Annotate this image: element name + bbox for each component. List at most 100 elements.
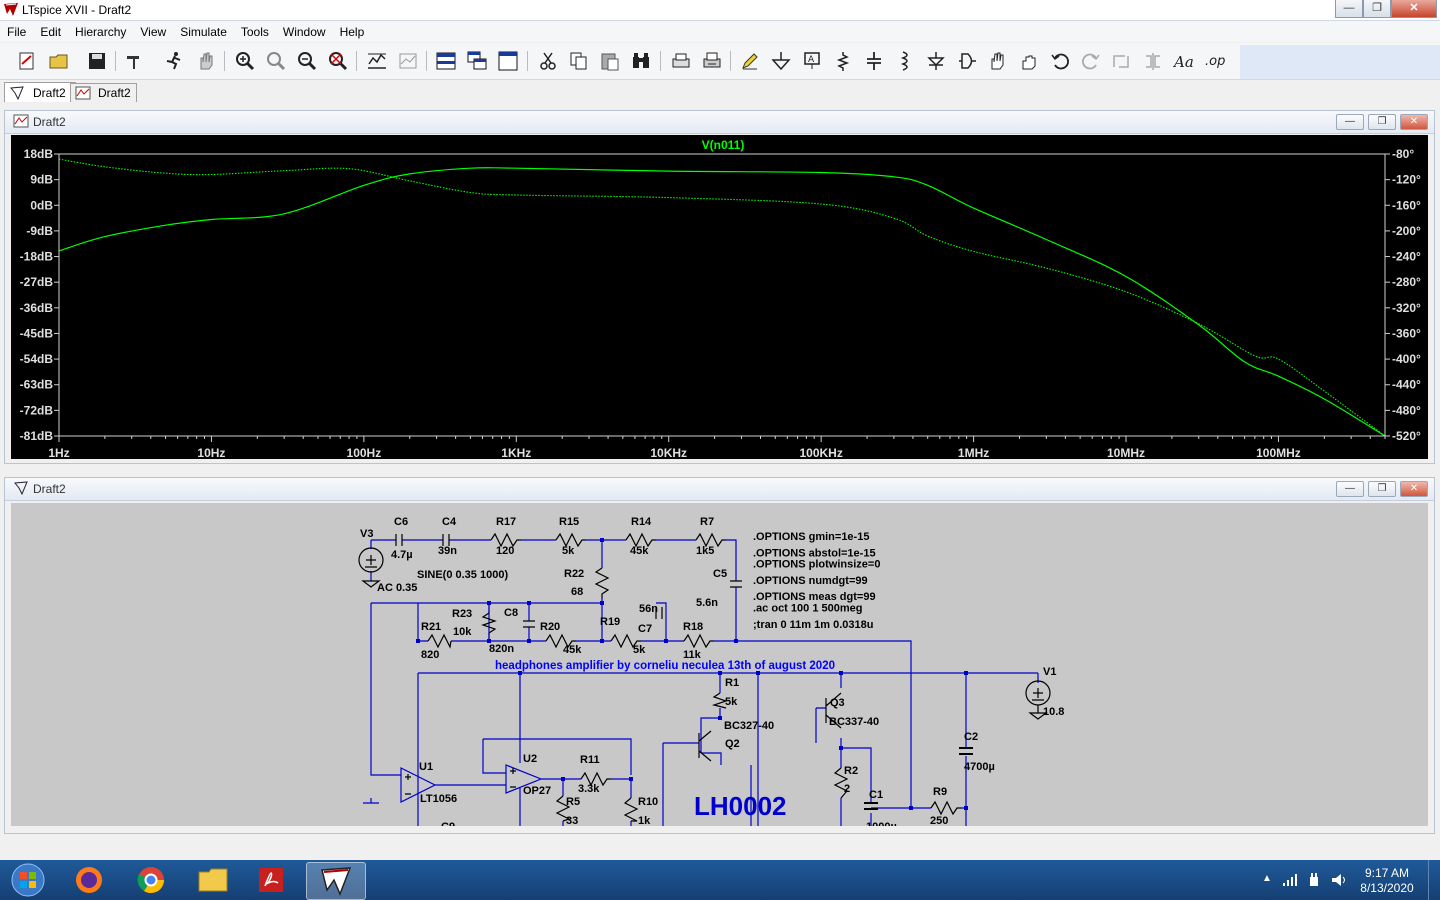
schematic-big-label[interactable]: LH0002 bbox=[694, 791, 787, 821]
component-label[interactable]: BC327-40 bbox=[724, 720, 774, 732]
show-desktop-button[interactable] bbox=[1428, 860, 1440, 900]
halt-hand-icon[interactable] bbox=[193, 47, 219, 75]
component-label[interactable]: R2 bbox=[844, 765, 858, 777]
spice-directive[interactable]: .OPTIONS numdgt=99 bbox=[753, 575, 868, 587]
tile-vertical-icon[interactable] bbox=[495, 47, 521, 75]
save-icon[interactable] bbox=[84, 47, 110, 75]
schematic-maximize-button[interactable]: ❐ bbox=[1368, 481, 1396, 497]
component-label[interactable]: R18 bbox=[683, 621, 703, 633]
component-label[interactable]: 45k bbox=[563, 644, 582, 656]
cut-scissors-icon[interactable] bbox=[535, 47, 561, 75]
zoom-out-icon[interactable] bbox=[294, 47, 320, 75]
copy-icon[interactable] bbox=[566, 47, 592, 75]
component-label[interactable]: V1 bbox=[1043, 666, 1056, 678]
spice-directive[interactable]: .OPTIONS plotwinsize=0 bbox=[753, 559, 880, 571]
tile-horizontal-icon[interactable] bbox=[433, 47, 459, 75]
resistor-r9[interactable] bbox=[930, 800, 961, 816]
component-label[interactable]: R9 bbox=[933, 786, 947, 798]
component-label[interactable]: C9 bbox=[441, 821, 455, 826]
schematic-canvas[interactable]: V3 C6 4.7µ C4 39n R17 120 R15 5k R14 45k R7 1k5 SINE(… bbox=[11, 503, 1428, 826]
component-label[interactable]: 5k bbox=[725, 696, 738, 708]
component-label[interactable]: BC337-40 bbox=[829, 716, 879, 728]
component-label[interactable]: R5 bbox=[566, 796, 580, 808]
diode-icon[interactable] bbox=[923, 47, 949, 75]
component-label[interactable]: 2 bbox=[844, 783, 850, 795]
spice-directive-icon[interactable]: .op bbox=[1202, 47, 1228, 75]
tab-schematic[interactable]: Draft2 bbox=[4, 82, 76, 102]
component-label[interactable]: R21 bbox=[421, 621, 441, 633]
inductor-icon[interactable] bbox=[892, 47, 918, 75]
schematic-minimize-button[interactable]: — bbox=[1336, 481, 1364, 497]
spice-directive[interactable]: .ac oct 100 1 500meg bbox=[753, 603, 862, 615]
show-hidden-icons-icon[interactable]: ▲ bbox=[1262, 873, 1272, 884]
component-label[interactable]: R11 bbox=[580, 754, 600, 766]
new-schematic-icon[interactable] bbox=[14, 47, 40, 75]
draw-wire-pencil-icon[interactable] bbox=[737, 47, 763, 75]
resistor-r18[interactable] bbox=[683, 633, 714, 649]
component-label[interactable]: C8 bbox=[504, 607, 518, 619]
component-label[interactable]: OP27 bbox=[523, 785, 551, 797]
component-label[interactable]: 1k5 bbox=[696, 545, 714, 557]
component-label[interactable]: R17 bbox=[496, 516, 516, 528]
menu-window[interactable]: Window bbox=[276, 25, 333, 39]
print-icon[interactable] bbox=[699, 47, 725, 75]
minimize-button[interactable]: — bbox=[1335, 0, 1363, 18]
print-setup-icon[interactable] bbox=[668, 47, 694, 75]
component-label[interactable]: 120 bbox=[496, 545, 514, 557]
component-label[interactable]: R19 bbox=[600, 616, 620, 628]
component-label[interactable]: 250 bbox=[930, 815, 948, 826]
taskbar-firefox[interactable] bbox=[60, 862, 118, 898]
resistor-r10[interactable] bbox=[623, 797, 639, 822]
component-label[interactable]: 820 bbox=[421, 649, 439, 661]
component-label[interactable]: U2 bbox=[523, 753, 537, 765]
capacitor-c6[interactable] bbox=[395, 534, 403, 546]
component-label[interactable]: U1 bbox=[419, 761, 433, 773]
zoom-fit-icon[interactable] bbox=[325, 47, 351, 75]
taskbar-clock[interactable]: 9:17 AM 8/13/2020 bbox=[1352, 866, 1422, 896]
component-label[interactable]: 5k bbox=[633, 644, 646, 656]
taskbar-ltspice[interactable] bbox=[306, 862, 366, 900]
spice-directive[interactable]: .OPTIONS gmin=1e-15 bbox=[753, 531, 869, 543]
component-label[interactable]: C4 bbox=[442, 516, 457, 528]
component-label[interactable]: 56n bbox=[639, 603, 658, 615]
component-label[interactable]: R23 bbox=[452, 608, 472, 620]
component-label[interactable]: Q3 bbox=[830, 697, 845, 709]
taskbar-chrome[interactable] bbox=[122, 862, 180, 898]
component-label[interactable]: C5 bbox=[713, 568, 727, 580]
waveform-close-button[interactable]: ✕ bbox=[1400, 114, 1428, 130]
component-label[interactable]: 10k bbox=[453, 626, 472, 638]
open-folder-icon[interactable] bbox=[46, 47, 72, 75]
run-simulation-icon[interactable] bbox=[161, 47, 187, 75]
text-icon[interactable]: Aa bbox=[1171, 47, 1197, 75]
component-label[interactable]: R22 bbox=[564, 568, 584, 580]
component-label[interactable]: 5.6n bbox=[696, 597, 718, 609]
component-label[interactable]: R10 bbox=[638, 796, 658, 808]
component-label[interactable]: 1k bbox=[638, 815, 651, 826]
capacitor-icon[interactable] bbox=[861, 47, 887, 75]
component-label[interactable]: 33 bbox=[566, 815, 578, 826]
label-net-icon[interactable]: A bbox=[799, 47, 825, 75]
menu-hierarchy[interactable]: Hierarchy bbox=[68, 25, 133, 39]
taskbar-explorer[interactable] bbox=[184, 862, 242, 898]
rotate-icon[interactable] bbox=[1109, 47, 1135, 75]
component-label[interactable]: 1000µ bbox=[866, 821, 897, 826]
trace-label[interactable]: V(n011) bbox=[702, 138, 745, 152]
start-button[interactable] bbox=[0, 862, 56, 898]
component-label[interactable]: 820n bbox=[489, 643, 514, 655]
mirror-icon[interactable] bbox=[1140, 47, 1166, 75]
menu-help[interactable]: Help bbox=[333, 25, 372, 39]
redo-icon[interactable] bbox=[1078, 47, 1104, 75]
component-label[interactable]: 39n bbox=[438, 545, 457, 557]
capacitor-c5[interactable] bbox=[730, 580, 742, 588]
component-label[interactable]: 45k bbox=[630, 545, 649, 557]
waveform-maximize-button[interactable]: ❐ bbox=[1368, 114, 1396, 130]
component-label[interactable]: R14 bbox=[631, 516, 652, 528]
spice-directive[interactable]: .OPTIONS meas dgt=99 bbox=[753, 591, 876, 603]
component-label[interactable]: 68 bbox=[571, 586, 583, 598]
component-label[interactable]: R20 bbox=[540, 621, 560, 633]
paste-icon[interactable] bbox=[597, 47, 623, 75]
close-button[interactable]: ✕ bbox=[1391, 0, 1437, 18]
tab-waveform[interactable]: Draft2 bbox=[70, 83, 137, 102]
menu-simulate[interactable]: Simulate bbox=[173, 25, 234, 39]
ground-icon[interactable] bbox=[768, 47, 794, 75]
